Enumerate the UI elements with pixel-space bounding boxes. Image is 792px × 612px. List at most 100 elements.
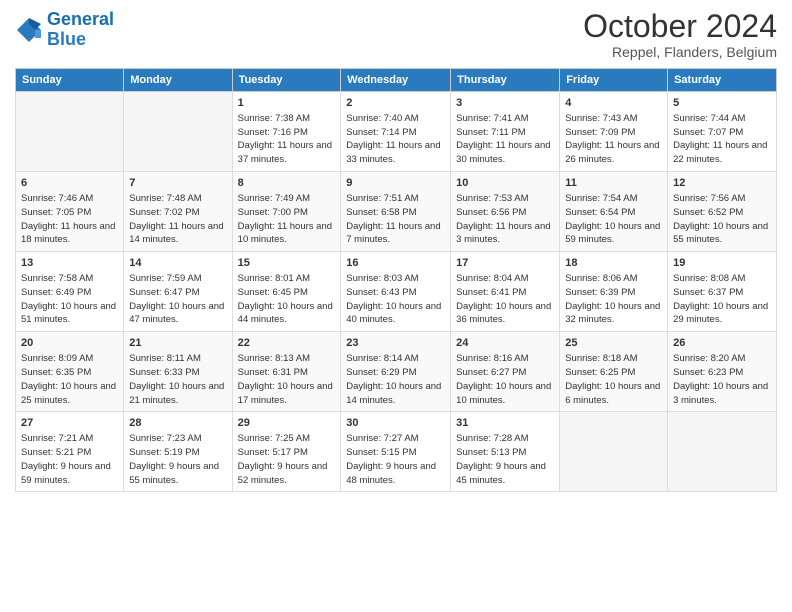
day-info: Sunrise: 7:27 AMSunset: 5:15 PMDaylight:… xyxy=(346,433,436,485)
day-cell: 13Sunrise: 7:58 AMSunset: 6:49 PMDayligh… xyxy=(16,252,124,332)
day-info: Sunrise: 7:28 AMSunset: 5:13 PMDaylight:… xyxy=(456,433,546,485)
day-number: 14 xyxy=(129,256,226,271)
day-info: Sunrise: 7:56 AMSunset: 6:52 PMDaylight:… xyxy=(673,193,768,245)
day-info: Sunrise: 7:43 AMSunset: 7:09 PMDaylight:… xyxy=(565,113,659,165)
col-thursday: Thursday xyxy=(451,69,560,92)
day-info: Sunrise: 7:40 AMSunset: 7:14 PMDaylight:… xyxy=(346,113,440,165)
day-number: 25 xyxy=(565,336,662,351)
day-info: Sunrise: 8:04 AMSunset: 6:41 PMDaylight:… xyxy=(456,273,551,325)
week-row-4: 20 Sunrise: 8:09 AMSunset: 6:35 PMDayligh… xyxy=(16,332,777,412)
day-info: Sunrise: 7:46 AMSunset: 7:05 PMDaylight:… xyxy=(21,193,115,245)
day-cell: 18Sunrise: 8:06 AMSunset: 6:39 PMDayligh… xyxy=(560,252,668,332)
title-area: October 2024 Reppel, Flanders, Belgium xyxy=(583,10,777,60)
col-saturday: Saturday xyxy=(668,69,777,92)
col-tuesday: Tuesday xyxy=(232,69,341,92)
day-info: Sunrise: 8:08 AMSunset: 6:37 PMDaylight:… xyxy=(673,273,768,325)
day-cell xyxy=(124,92,232,172)
header: General Blue October 2024 Reppel, Flande… xyxy=(15,10,777,60)
day-cell: 20 Sunrise: 8:09 AMSunset: 6:35 PMDayligh… xyxy=(16,332,124,412)
day-cell: 8Sunrise: 7:49 AMSunset: 7:00 PMDaylight… xyxy=(232,172,341,252)
col-sunday: Sunday xyxy=(16,69,124,92)
day-number: 29 xyxy=(238,416,336,431)
day-number: 9 xyxy=(346,176,445,191)
day-info: Sunrise: 8:14 AMSunset: 6:29 PMDaylight:… xyxy=(346,353,441,405)
day-cell: 1Sunrise: 7:38 AMSunset: 7:16 PMDaylight… xyxy=(232,92,341,172)
day-cell xyxy=(16,92,124,172)
day-number: 21 xyxy=(129,336,226,351)
logo-line1: General xyxy=(47,9,114,29)
calendar-table: Sunday Monday Tuesday Wednesday Thursday… xyxy=(15,68,777,492)
col-friday: Friday xyxy=(560,69,668,92)
day-info: Sunrise: 8:16 AMSunset: 6:27 PMDaylight:… xyxy=(456,353,551,405)
logo-icon xyxy=(15,16,43,44)
day-number: 31 xyxy=(456,416,554,431)
day-cell: 9 Sunrise: 7:51 AMSunset: 6:58 PMDaylight… xyxy=(341,172,451,252)
day-number: 7 xyxy=(129,176,226,191)
day-info: Sunrise: 7:48 AMSunset: 7:02 PMDaylight:… xyxy=(129,193,223,245)
day-info: Sunrise: 7:59 AMSunset: 6:47 PMDaylight:… xyxy=(129,273,224,325)
day-info: Sunrise: 7:58 AMSunset: 6:49 PMDaylight:… xyxy=(21,273,116,325)
day-info: Sunrise: 7:23 AMSunset: 5:19 PMDaylight:… xyxy=(129,433,219,485)
day-number: 27 xyxy=(21,416,118,431)
day-number: 4 xyxy=(565,96,662,111)
day-cell: 24Sunrise: 8:16 AMSunset: 6:27 PMDayligh… xyxy=(451,332,560,412)
day-cell xyxy=(668,412,777,492)
day-info: Sunrise: 8:11 AMSunset: 6:33 PMDaylight:… xyxy=(129,353,224,405)
day-info: Sunrise: 7:25 AMSunset: 5:17 PMDaylight:… xyxy=(238,433,328,485)
logo: General Blue xyxy=(15,10,114,50)
page: General Blue October 2024 Reppel, Flande… xyxy=(0,0,792,612)
day-number: 19 xyxy=(673,256,771,271)
header-row: Sunday Monday Tuesday Wednesday Thursday… xyxy=(16,69,777,92)
day-cell: 28Sunrise: 7:23 AMSunset: 5:19 PMDayligh… xyxy=(124,412,232,492)
day-info: Sunrise: 8:13 AMSunset: 6:31 PMDaylight:… xyxy=(238,353,333,405)
day-cell: 2 Sunrise: 7:40 AMSunset: 7:14 PMDaylight… xyxy=(341,92,451,172)
day-info: Sunrise: 8:01 AMSunset: 6:45 PMDaylight:… xyxy=(238,273,333,325)
day-info: Sunrise: 7:53 AMSunset: 6:56 PMDaylight:… xyxy=(456,193,550,245)
day-cell: 15Sunrise: 8:01 AMSunset: 6:45 PMDayligh… xyxy=(232,252,341,332)
logo-line2: Blue xyxy=(47,29,86,49)
day-number: 16 xyxy=(346,256,445,271)
day-number: 22 xyxy=(238,336,336,351)
day-number: 3 xyxy=(456,96,554,111)
day-cell: 26 Sunrise: 8:20 AMSunset: 6:23 PMDayligh… xyxy=(668,332,777,412)
col-wednesday: Wednesday xyxy=(341,69,451,92)
day-cell: 27 Sunrise: 7:21 AMSunset: 5:21 PMDayligh… xyxy=(16,412,124,492)
day-info: Sunrise: 8:20 AMSunset: 6:23 PMDaylight:… xyxy=(673,353,768,405)
day-info: Sunrise: 8:06 AMSunset: 6:39 PMDaylight:… xyxy=(565,273,660,325)
day-cell: 10 Sunrise: 7:53 AMSunset: 6:56 PMDayligh… xyxy=(451,172,560,252)
day-cell: 4 Sunrise: 7:43 AMSunset: 7:09 PMDaylight… xyxy=(560,92,668,172)
day-cell xyxy=(560,412,668,492)
day-info: Sunrise: 7:21 AMSunset: 5:21 PMDaylight:… xyxy=(21,433,111,485)
day-cell: 12 Sunrise: 7:56 AMSunset: 6:52 PMDayligh… xyxy=(668,172,777,252)
day-number: 12 xyxy=(673,176,771,191)
day-info: Sunrise: 7:49 AMSunset: 7:00 PMDaylight:… xyxy=(238,193,332,245)
day-info: Sunrise: 7:41 AMSunset: 7:11 PMDaylight:… xyxy=(456,113,550,165)
col-monday: Monday xyxy=(124,69,232,92)
day-cell: 16Sunrise: 8:03 AMSunset: 6:43 PMDayligh… xyxy=(341,252,451,332)
location: Reppel, Flanders, Belgium xyxy=(583,44,777,60)
day-number: 20 xyxy=(21,336,118,351)
day-cell: 14 Sunrise: 7:59 AMSunset: 6:47 PMDayligh… xyxy=(124,252,232,332)
month-title: October 2024 xyxy=(583,10,777,42)
day-info: Sunrise: 7:54 AMSunset: 6:54 PMDaylight:… xyxy=(565,193,660,245)
day-number: 6 xyxy=(21,176,118,191)
day-number: 26 xyxy=(673,336,771,351)
day-cell: 21 Sunrise: 8:11 AMSunset: 6:33 PMDayligh… xyxy=(124,332,232,412)
day-cell: 19 Sunrise: 8:08 AMSunset: 6:37 PMDayligh… xyxy=(668,252,777,332)
week-row-5: 27 Sunrise: 7:21 AMSunset: 5:21 PMDayligh… xyxy=(16,412,777,492)
day-number: 10 xyxy=(456,176,554,191)
day-cell: 22 Sunrise: 8:13 AMSunset: 6:31 PMDayligh… xyxy=(232,332,341,412)
day-cell: 11Sunrise: 7:54 AMSunset: 6:54 PMDayligh… xyxy=(560,172,668,252)
week-row-3: 13Sunrise: 7:58 AMSunset: 6:49 PMDayligh… xyxy=(16,252,777,332)
day-cell: 6 Sunrise: 7:46 AMSunset: 7:05 PMDaylight… xyxy=(16,172,124,252)
day-info: Sunrise: 7:51 AMSunset: 6:58 PMDaylight:… xyxy=(346,193,440,245)
day-number: 23 xyxy=(346,336,445,351)
day-cell: 23 Sunrise: 8:14 AMSunset: 6:29 PMDayligh… xyxy=(341,332,451,412)
day-info: Sunrise: 8:09 AMSunset: 6:35 PMDaylight:… xyxy=(21,353,116,405)
day-cell: 30Sunrise: 7:27 AMSunset: 5:15 PMDayligh… xyxy=(341,412,451,492)
day-cell: 25Sunrise: 8:18 AMSunset: 6:25 PMDayligh… xyxy=(560,332,668,412)
logo-text: General Blue xyxy=(47,10,114,50)
day-number: 2 xyxy=(346,96,445,111)
day-info: Sunrise: 7:38 AMSunset: 7:16 PMDaylight:… xyxy=(238,113,332,165)
day-cell: 17Sunrise: 8:04 AMSunset: 6:41 PMDayligh… xyxy=(451,252,560,332)
